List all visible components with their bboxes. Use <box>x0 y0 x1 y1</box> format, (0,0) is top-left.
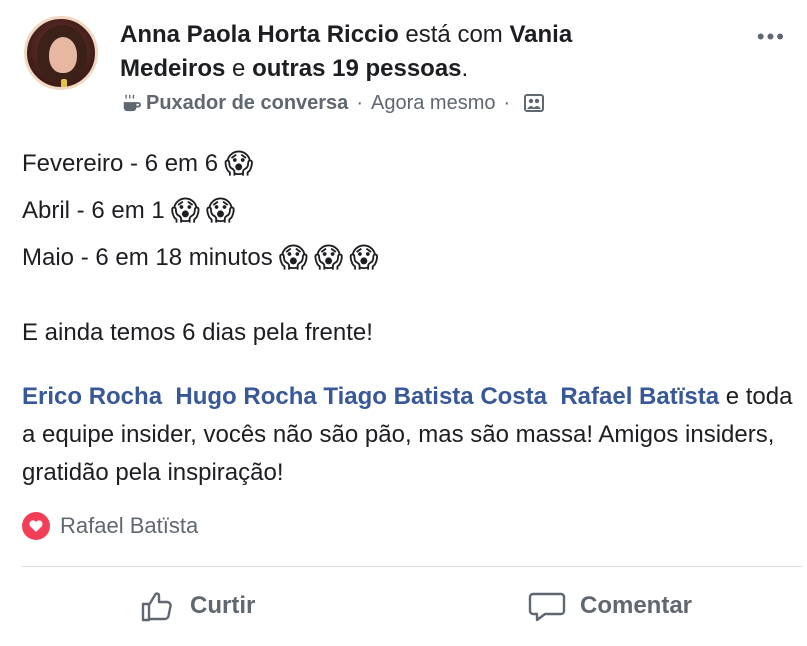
post-line: Maio - 6 em 18 minutos 😱 😱 😱 <box>22 234 802 281</box>
and-text: e <box>232 55 246 82</box>
scream-emoji: 😱 <box>205 194 236 226</box>
group-icon[interactable] <box>524 93 545 113</box>
comment-button[interactable]: Comentar <box>528 588 692 624</box>
meta-separator: · <box>356 92 363 114</box>
avatar-face <box>49 37 77 73</box>
remaining-text: E ainda temos 6 dias pela frente! <box>22 319 373 346</box>
more-dots-icon[interactable]: ••• <box>757 24 786 50</box>
post-header: Anna Paola Horta Riccio está com Vania M… <box>22 12 792 122</box>
scream-emoji: 😱 <box>224 147 254 179</box>
scream-emoji: 😱 <box>313 241 344 273</box>
like-label: Curtir <box>190 592 256 619</box>
mention-link[interactable]: Erico Rocha <box>22 383 162 410</box>
post-line: Fevereiro - 6 em 6 😱 <box>22 140 802 187</box>
heart-icon <box>22 512 50 540</box>
avatar-necklace <box>61 79 67 87</box>
comment-icon <box>528 592 566 622</box>
meta-separator: · <box>503 92 511 114</box>
mentions-paragraph: Erico Rocha Hugo Rocha Tiago Batista Cos… <box>22 378 802 492</box>
scream-emoji: 😱 <box>170 194 200 226</box>
post-time[interactable]: Agora mesmo <box>371 90 496 116</box>
line-text: Abril - 6 em 1 <box>22 197 165 224</box>
author-avatar[interactable] <box>24 16 98 90</box>
line-text: Fevereiro - 6 em 6 <box>22 150 219 177</box>
with-text: está com <box>405 21 503 48</box>
line-text: Maio - 6 em 18 minutos <box>22 244 273 271</box>
mention-link[interactable]: Tiago Batista Costa <box>323 383 547 410</box>
reaction-summary[interactable]: Rafael Batïsta <box>22 512 198 540</box>
thumbs-up-icon <box>141 592 172 622</box>
coffee-icon <box>123 94 141 112</box>
scream-emoji: 😱 <box>349 241 379 273</box>
post-author-line: Anna Paola Horta Riccio está com Vania M… <box>120 18 680 86</box>
activity-label[interactable]: Puxador de conversa <box>146 90 348 116</box>
post-body: Fevereiro - 6 em 6 😱 Abril - 6 em 1 😱 😱 … <box>22 140 802 356</box>
post-line: E ainda temos 6 dias pela frente! <box>22 309 802 356</box>
others-link[interactable]: outras 19 pessoas <box>252 55 461 82</box>
author-name[interactable]: Anna Paola Horta Riccio <box>120 21 399 48</box>
post-meta: Puxador de conversa · Agora mesmo · <box>120 90 545 116</box>
action-divider <box>22 566 802 567</box>
mention-link[interactable]: Hugo Rocha <box>175 383 316 410</box>
mention-link[interactable]: Rafael Batïsta <box>560 383 719 410</box>
period: . <box>461 55 469 82</box>
post-line: Abril - 6 em 1 😱 😱 <box>22 187 802 234</box>
like-button[interactable]: Curtir <box>140 588 255 624</box>
comment-label: Comentar <box>580 592 693 619</box>
scream-emoji: 😱 <box>278 241 308 273</box>
reactor-name[interactable]: Rafael Batïsta <box>60 513 198 539</box>
